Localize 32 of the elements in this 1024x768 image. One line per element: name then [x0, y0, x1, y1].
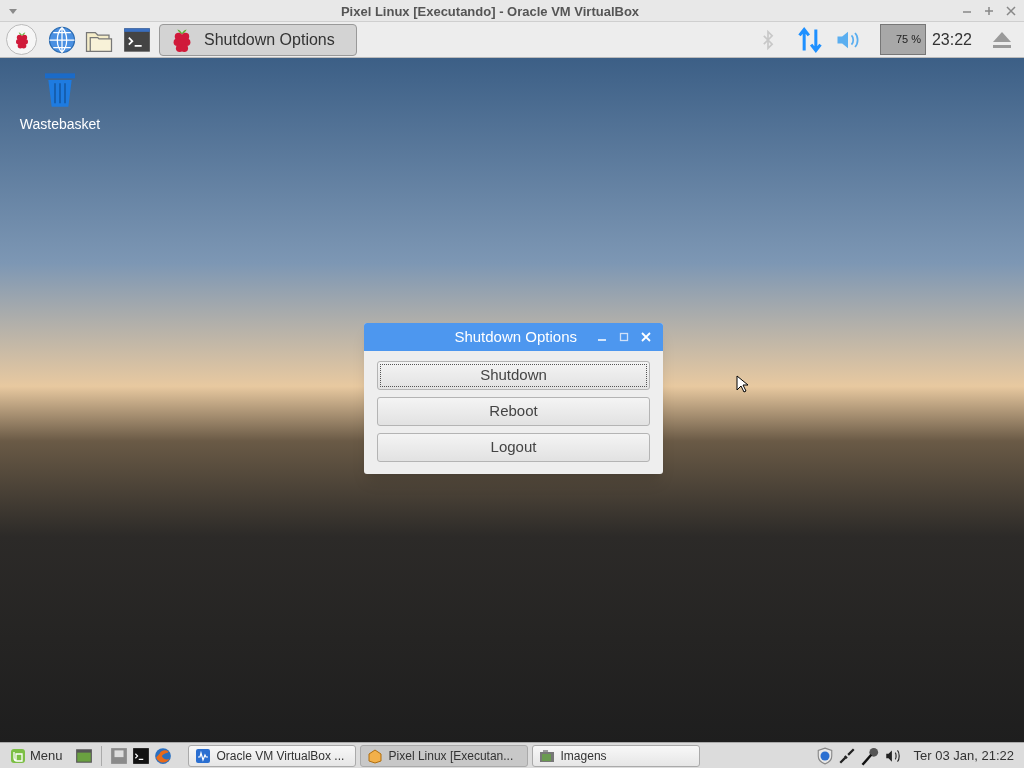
dialog-title: Shutdown Options: [454, 326, 577, 347]
dialog-button[interactable]: Shutdown: [377, 361, 650, 390]
dialog-button[interactable]: Reboot: [377, 397, 650, 426]
box-icon: [366, 747, 383, 764]
taskbar-button[interactable]: Oracle VM VirtualBox ...: [187, 744, 356, 767]
camera-icon: [538, 747, 555, 764]
globe-icon[interactable]: [47, 24, 77, 55]
plug-icon[interactable]: [837, 746, 856, 765]
cpu-reading: 75: [895, 32, 909, 48]
microphone-icon[interactable]: [859, 745, 880, 766]
shield-info-icon[interactable]: [815, 746, 834, 765]
fox-globe-icon[interactable]: [153, 746, 172, 765]
taskbar-button[interactable]: Shutdown Options: [159, 23, 357, 56]
network-arrows-icon[interactable]: [795, 25, 824, 54]
close-icon[interactable]: [1006, 5, 1016, 16]
dialog-button[interactable]: Logout: [377, 433, 650, 462]
desktop-icon-label[interactable]: Wastebasket: [19, 114, 101, 135]
clock: Ter 03 Jan, 21:22: [913, 746, 1014, 765]
desktop-icon[interactable]: [74, 746, 93, 765]
clock: 23:22: [931, 29, 972, 50]
maximize-icon[interactable]: [984, 5, 994, 16]
cpu-unit: %: [911, 32, 921, 48]
menu-button[interactable]: Menu: [6, 744, 67, 767]
terminal-icon[interactable]: [121, 25, 153, 54]
mint-logo-icon: [10, 747, 26, 764]
monitor-wave-icon: [194, 747, 211, 764]
taskbar-button[interactable]: Pixel Linux [Executan...: [359, 744, 528, 767]
window-title: Pixel Linux [Executando] - Oracle VM VirtualBox: [340, 3, 640, 19]
terminal-icon[interactable]: [131, 746, 150, 765]
taskbar-button[interactable]: Imagens: [531, 744, 700, 767]
menu-button[interactable]: [6, 24, 37, 55]
mouse-pointer-icon: [736, 375, 748, 393]
